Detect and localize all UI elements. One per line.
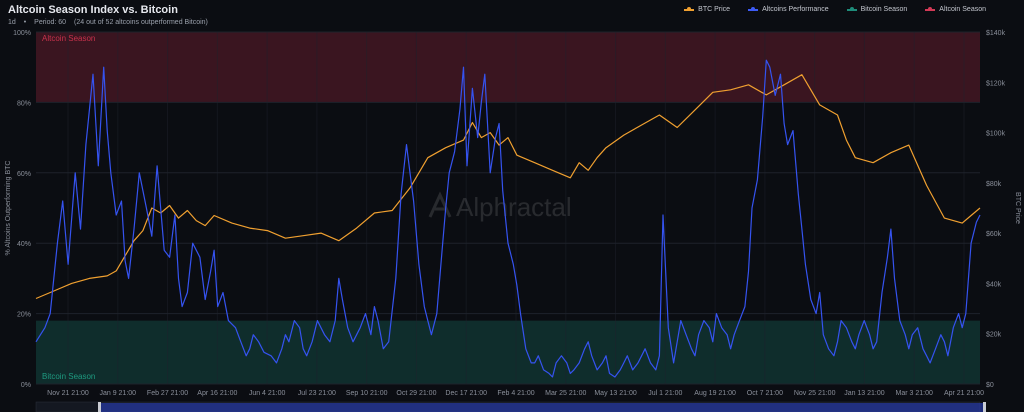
x-tick-label: Sep 10 21:00 bbox=[346, 390, 388, 397]
x-tick-label: Feb 27 21:00 bbox=[147, 390, 188, 397]
x-tick-label: Oct 7 21:00 bbox=[747, 390, 783, 397]
right-tick-label: $0 bbox=[986, 382, 994, 389]
right-axis-title: BTC Price bbox=[1014, 192, 1021, 224]
navigator-left-handle[interactable] bbox=[98, 402, 101, 412]
right-tick-label: $140k bbox=[986, 30, 1006, 37]
navigator-right-handle[interactable] bbox=[983, 402, 986, 412]
right-tick-label: $60k bbox=[986, 231, 1002, 238]
left-tick-label: 20% bbox=[17, 312, 31, 319]
x-tick-label: Dec 17 21:00 bbox=[445, 390, 487, 397]
x-tick-label: Nov 21 21:00 bbox=[47, 390, 89, 397]
left-tick-label: 80% bbox=[17, 100, 31, 107]
x-tick-label: Apr 16 21:00 bbox=[197, 390, 237, 397]
x-tick-label: Jul 1 21:00 bbox=[648, 390, 682, 397]
x-tick-label: Aug 19 21:00 bbox=[694, 390, 736, 397]
x-tick-label: Jun 4 21:00 bbox=[249, 390, 286, 397]
left-tick-label: 0% bbox=[21, 382, 31, 389]
x-tick-label: Nov 25 21:00 bbox=[794, 390, 836, 397]
left-tick-label: 60% bbox=[17, 171, 31, 178]
altcoin-season-zone bbox=[36, 32, 980, 103]
chart-svg[interactable]: 0% 20% 40% 60% 80% 100% $0 $20k $40k $60k $80k $100… bbox=[0, 0, 1024, 412]
left-axis-title: % Altcoins Outperforming BTC bbox=[5, 161, 12, 256]
x-tick-label: Mar 25 21:00 bbox=[545, 390, 586, 397]
x-tick-label: Jan 13 21:00 bbox=[844, 390, 885, 397]
bitcoin-season-zone bbox=[36, 320, 980, 384]
right-tick-label: $20k bbox=[986, 332, 1002, 339]
left-tick-label: 40% bbox=[17, 241, 31, 248]
right-tick-label: $40k bbox=[986, 281, 1002, 288]
altcoin-season-label: Altcoin Season bbox=[42, 34, 95, 43]
x-tick-label: Jul 23 21:00 bbox=[298, 390, 336, 397]
bitcoin-season-label: Bitcoin Season bbox=[42, 372, 95, 381]
x-tick-label: Oct 29 21:00 bbox=[396, 390, 436, 397]
x-tick-label: Feb 4 21:00 bbox=[497, 390, 534, 397]
right-tick-label: $80k bbox=[986, 181, 1002, 188]
x-tick-label: Mar 3 21:00 bbox=[896, 390, 933, 397]
x-tick-label: Jan 9 21:00 bbox=[99, 390, 136, 397]
watermark-text: Alphractal bbox=[456, 192, 572, 222]
right-tick-label: $100k bbox=[986, 131, 1006, 138]
left-tick-label: 100% bbox=[13, 30, 31, 37]
right-tick-label: $120k bbox=[986, 80, 1006, 87]
x-tick-label: Apr 21 21:00 bbox=[944, 390, 984, 397]
navigator-range bbox=[100, 403, 984, 412]
x-tick-label: May 13 21:00 bbox=[594, 390, 637, 397]
